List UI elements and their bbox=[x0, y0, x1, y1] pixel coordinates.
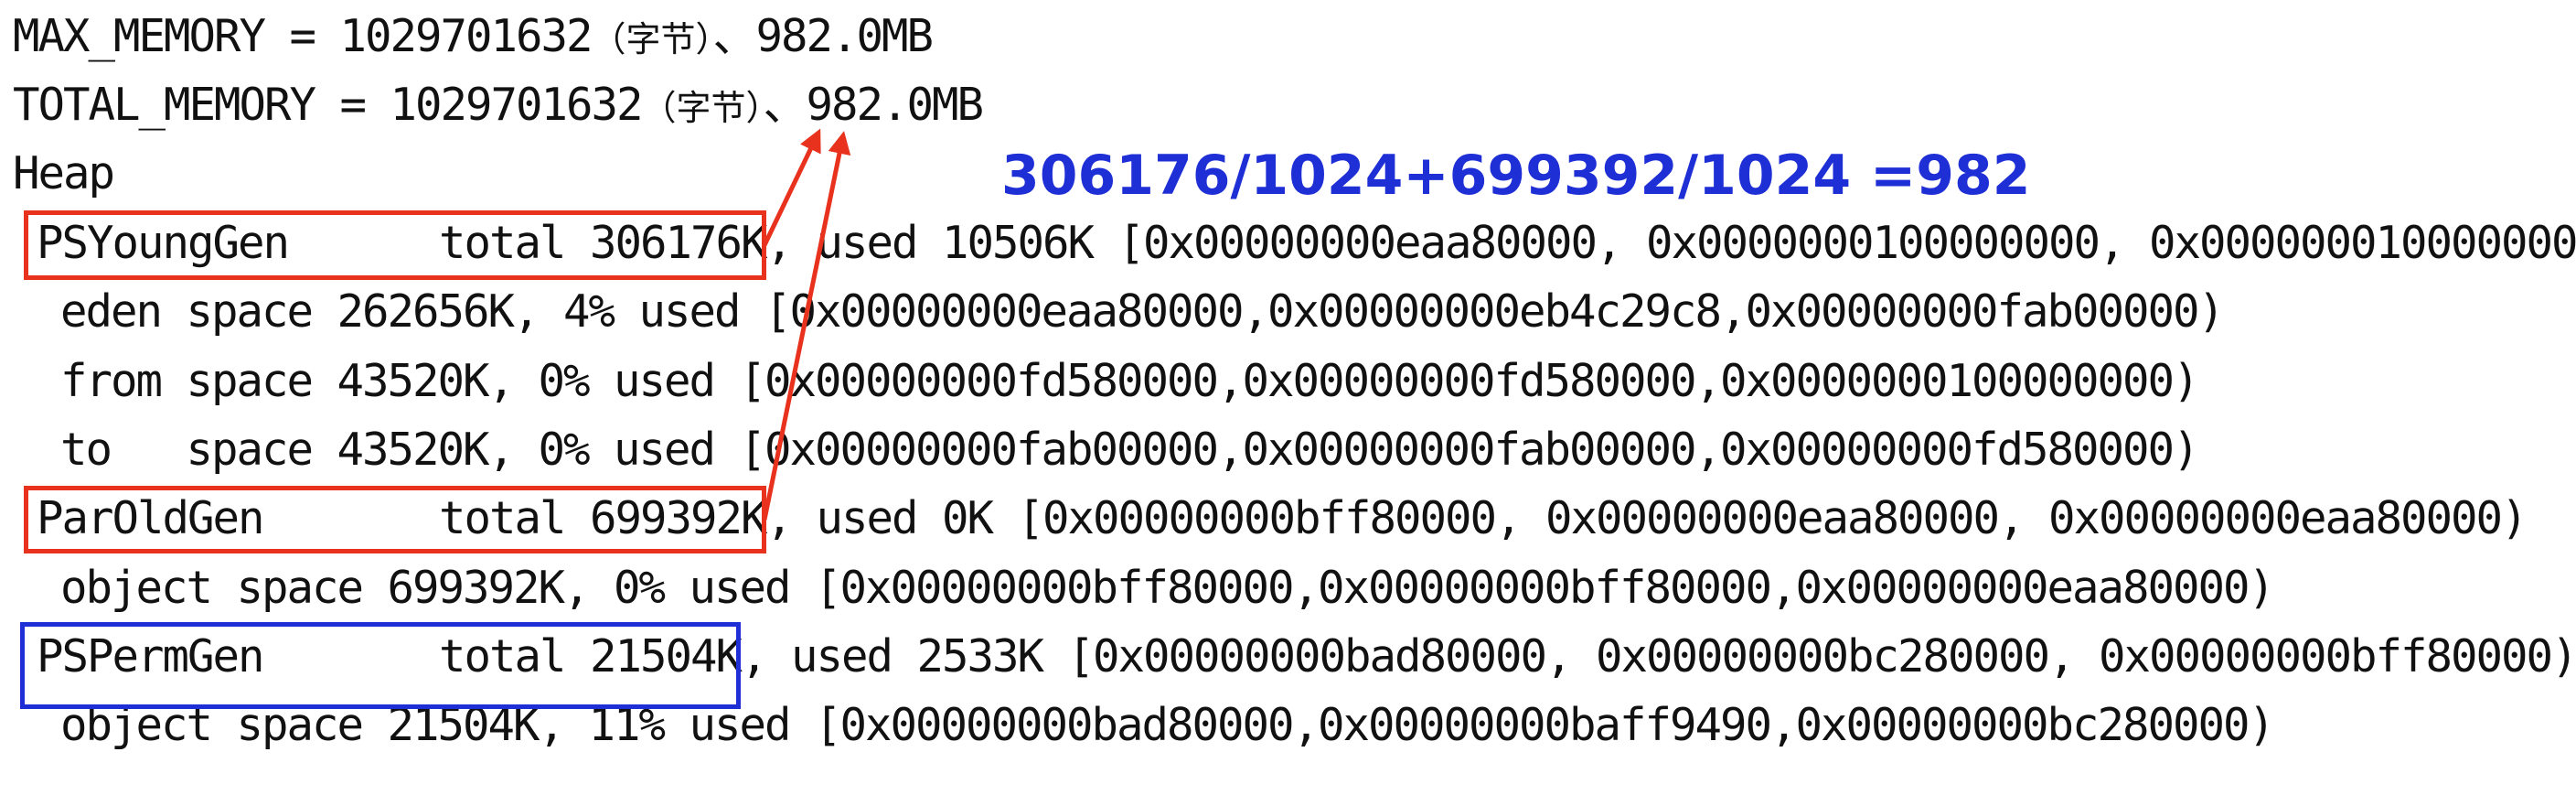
max-memory-mb: 、982.0MB bbox=[712, 10, 935, 62]
max-memory-unit: （字节） bbox=[591, 19, 713, 59]
max-memory-value: MAX_MEMORY = 1029701632 bbox=[13, 10, 593, 62]
old-object-space-line: object space 699392K, 0% used [0x0000000… bbox=[60, 562, 2275, 614]
young-gen-highlight-box bbox=[24, 210, 766, 280]
young-gen-usage: , used 10506K [0x00000000eaa80000, 0x000… bbox=[765, 217, 2576, 269]
old-gen-usage: , used 0K [0x00000000bff80000, 0x0000000… bbox=[765, 492, 2528, 544]
total-memory-line: TOTAL_MEMORY = 1029701632（字节）、982.0MB bbox=[13, 72, 985, 138]
old-gen-highlight-box bbox=[24, 486, 766, 553]
total-memory-mb: 、982.0MB bbox=[763, 79, 985, 131]
heap-size-formula: 306176/1024+699392/1024 =982 bbox=[1001, 144, 2031, 208]
eden-space-line: eden space 262656K, 4% used [0x00000000e… bbox=[60, 285, 2225, 338]
total-memory-unit: （字节） bbox=[641, 88, 764, 128]
perm-gen-usage: , used 2533K [0x00000000bad80000, 0x0000… bbox=[741, 630, 2576, 682]
total-memory-value: TOTAL_MEMORY = 1029701632 bbox=[13, 79, 644, 131]
console-output: MAX_MEMORY = 1029701632（字节）、982.0MB TOTA… bbox=[0, 0, 2576, 795]
from-space-line: from space 43520K, 0% used [0x00000000fd… bbox=[60, 355, 2200, 407]
to-space-line: to space 43520K, 0% used [0x00000000fab0… bbox=[60, 424, 2200, 476]
heap-label: Heap bbox=[13, 147, 115, 199]
perm-gen-highlight-box bbox=[20, 622, 741, 709]
max-memory-line: MAX_MEMORY = 1029701632（字节）、982.0MB bbox=[13, 4, 935, 70]
